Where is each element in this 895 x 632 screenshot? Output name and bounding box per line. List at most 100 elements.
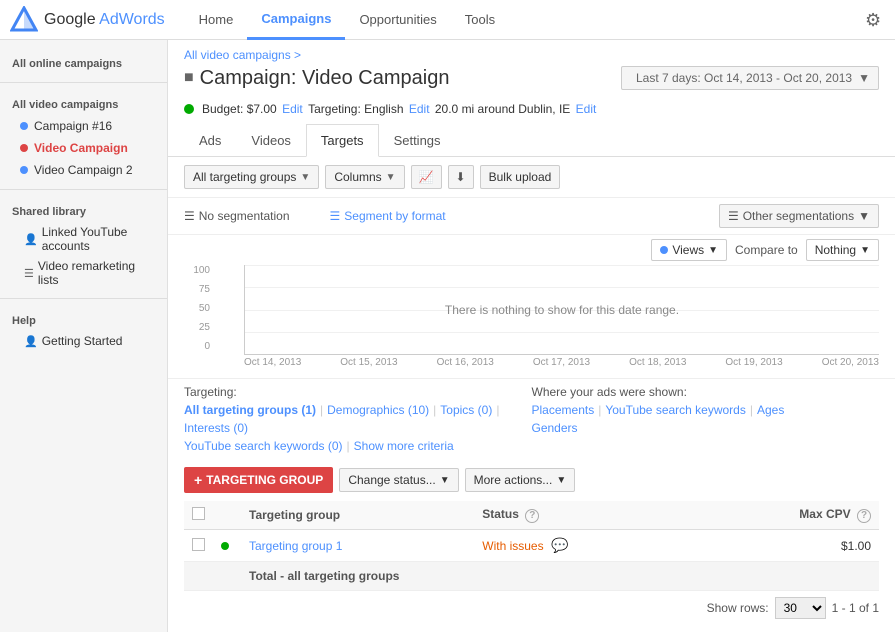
chat-bubble-icon[interactable]: 💬 bbox=[551, 537, 568, 553]
chart-canvas: There is nothing to show for this date r… bbox=[244, 265, 879, 355]
sidebar-divider-1 bbox=[0, 82, 167, 83]
row-status-cell bbox=[213, 530, 241, 562]
table-header-row: Targeting group Status ? Max CPV ? bbox=[184, 501, 879, 530]
menu-icon: ☰ bbox=[184, 209, 195, 223]
dropdown-caret-icon: ▼ bbox=[386, 172, 396, 183]
yt-search-keywords-link[interactable]: YouTube search keywords bbox=[605, 403, 746, 417]
pagination-range: 1 - 1 of 1 bbox=[832, 601, 879, 615]
nav-tools[interactable]: Tools bbox=[451, 0, 509, 40]
video-campaign-status-dot bbox=[20, 144, 28, 152]
targeting-left: Targeting: All targeting groups (1) | De… bbox=[184, 385, 532, 453]
seg-right-icon: ☰ bbox=[728, 209, 739, 223]
header-checkbox[interactable] bbox=[192, 507, 205, 520]
sidebar-section-all-video: All video campaigns bbox=[0, 91, 167, 115]
grid-line-75 bbox=[245, 332, 879, 333]
chart-controls: Views ▼ Compare to Nothing ▼ bbox=[184, 235, 879, 265]
campaign-status-dot bbox=[184, 104, 194, 114]
y-label-75: 75 bbox=[184, 284, 210, 295]
top-navigation: Google AdWords Home Campaigns Opportunit… bbox=[0, 0, 895, 40]
columns-dropdown[interactable]: Columns ▼ bbox=[325, 165, 404, 189]
budget-edit-link[interactable]: Edit bbox=[282, 102, 303, 116]
chart-x-labels: Oct 14, 2013 Oct 15, 2013 Oct 16, 2013 O… bbox=[244, 355, 879, 370]
video-campaign2-status-dot bbox=[20, 166, 28, 174]
views-button[interactable]: Views ▼ bbox=[651, 239, 727, 261]
genders-link[interactable]: Genders bbox=[532, 421, 578, 435]
breadcrumb[interactable]: All video campaigns > bbox=[168, 40, 895, 62]
topics-link[interactable]: Topics (0) bbox=[440, 403, 492, 417]
tab-targets[interactable]: Targets bbox=[306, 124, 379, 157]
maxcpv-help-icon[interactable]: ? bbox=[857, 509, 871, 523]
main-layout: All online campaigns All video campaigns… bbox=[0, 40, 895, 632]
date-range-button[interactable]: Last 7 days: Oct 14, 2013 - Oct 20, 2013… bbox=[621, 66, 879, 90]
other-segmentations-area: ☰ Other segmentations ▼ bbox=[719, 204, 879, 228]
campaign-meta: Budget: $7.00 Edit Targeting: English Ed… bbox=[168, 98, 895, 124]
nav-campaigns[interactable]: Campaigns bbox=[247, 0, 345, 40]
sidebar-section-help: Help bbox=[0, 307, 167, 331]
tab-settings[interactable]: Settings bbox=[379, 124, 456, 157]
status-with-issues: With issues bbox=[482, 539, 543, 553]
targeting-links-row2: YouTube search keywords (0) | Show more … bbox=[184, 439, 532, 453]
status-help-icon[interactable]: ? bbox=[525, 509, 539, 523]
bulk-upload-btn[interactable]: Bulk upload bbox=[480, 165, 561, 189]
action-bar: + TARGETING GROUP Change status... ▼ Mor… bbox=[168, 459, 895, 501]
sidebar-linked-youtube[interactable]: 👤 Linked YouTube accounts bbox=[0, 222, 167, 256]
nav-right: ⚙ bbox=[865, 10, 885, 30]
x-label-4: Oct 18, 2013 bbox=[629, 357, 686, 368]
sidebar-video-campaign2-label: Video Campaign 2 bbox=[34, 163, 133, 177]
segment-by-format-link[interactable]: ☰ Segment by format bbox=[330, 209, 446, 223]
download-icon-btn[interactable]: ⬇ bbox=[448, 165, 474, 189]
tab-videos[interactable]: Videos bbox=[236, 124, 306, 157]
targeting-edit-link[interactable]: Edit bbox=[409, 102, 430, 116]
ages-link[interactable]: Ages bbox=[757, 403, 784, 417]
row-checkbox[interactable] bbox=[192, 538, 205, 551]
person-icon: 👤 bbox=[24, 233, 38, 246]
placements-link[interactable]: Placements bbox=[532, 403, 595, 417]
sidebar-item-video-campaign2[interactable]: Video Campaign 2 bbox=[0, 159, 167, 181]
rows-per-page-select[interactable]: 30 50 100 bbox=[775, 597, 826, 619]
all-targeting-groups-link[interactable]: All targeting groups (1) bbox=[184, 403, 316, 417]
negative-targets-section: ⊞ Negative targets bbox=[168, 625, 895, 632]
nothing-label: Nothing bbox=[815, 243, 856, 257]
y-label-50: 50 bbox=[184, 303, 210, 314]
settings-gear-icon[interactable]: ⚙ bbox=[865, 10, 885, 30]
sidebar-divider-2 bbox=[0, 189, 167, 190]
compare-to-label: Compare to bbox=[735, 243, 798, 257]
more-actions-label: More actions... bbox=[474, 473, 553, 487]
no-segmentation: ☰ No segmentation bbox=[184, 209, 290, 223]
interests-link[interactable]: Interests (0) bbox=[184, 421, 248, 435]
total-cb-cell bbox=[184, 562, 213, 591]
all-targeting-groups-dropdown[interactable]: All targeting groups ▼ bbox=[184, 165, 319, 189]
sidebar-remarketing-lists[interactable]: ☰ Video remarketing lists bbox=[0, 256, 167, 290]
demographics-link[interactable]: Demographics (10) bbox=[327, 403, 429, 417]
main-nav: Home Campaigns Opportunities Tools bbox=[185, 0, 865, 40]
sidebar-getting-started[interactable]: 👤 Getting Started bbox=[0, 331, 167, 351]
nav-opportunities[interactable]: Opportunities bbox=[345, 0, 450, 40]
chart-icon-btn[interactable]: 📈 bbox=[411, 165, 442, 189]
location-edit-link[interactable]: Edit bbox=[576, 102, 597, 116]
sidebar-item-video-campaign[interactable]: Video Campaign bbox=[0, 137, 167, 159]
page-header: ■ Campaign: Video Campaign Last 7 days: … bbox=[168, 62, 895, 98]
row-status-value-cell: With issues 💬 bbox=[474, 530, 692, 562]
targeting-section: Targeting: All targeting groups (1) | De… bbox=[168, 378, 895, 459]
other-segmentations-btn[interactable]: ☰ Other segmentations ▼ bbox=[719, 204, 879, 228]
targeting-group-name-link[interactable]: Targeting group 1 bbox=[249, 539, 342, 553]
toolbar: All targeting groups ▼ Columns ▼ 📈 ⬇ Bul… bbox=[168, 157, 895, 198]
change-status-button[interactable]: Change status... ▼ bbox=[339, 468, 458, 492]
more-actions-button[interactable]: More actions... ▼ bbox=[465, 468, 576, 492]
tab-ads[interactable]: Ads bbox=[184, 124, 236, 157]
segment-by-format-label: Segment by format bbox=[344, 209, 445, 223]
grid-line-top bbox=[245, 265, 879, 266]
sidebar-item-campaign16[interactable]: Campaign #16 bbox=[0, 115, 167, 137]
show-more-criteria-link[interactable]: Show more criteria bbox=[354, 439, 454, 453]
total-label-cell: Total - all targeting groups bbox=[241, 562, 879, 591]
sidebar-remarketing-label: Video remarketing lists bbox=[38, 259, 155, 287]
x-label-2: Oct 16, 2013 bbox=[437, 357, 494, 368]
nothing-button[interactable]: Nothing ▼ bbox=[806, 239, 879, 261]
youtube-keywords-link[interactable]: YouTube search keywords (0) bbox=[184, 439, 343, 453]
y-label-25: 25 bbox=[184, 322, 210, 333]
nav-home[interactable]: Home bbox=[185, 0, 248, 40]
sidebar-section-shared-library: Shared library bbox=[0, 198, 167, 222]
row-status-dot bbox=[221, 542, 229, 550]
add-targeting-group-button[interactable]: + TARGETING GROUP bbox=[184, 467, 333, 493]
total-row: Total - all targeting groups bbox=[184, 562, 879, 591]
